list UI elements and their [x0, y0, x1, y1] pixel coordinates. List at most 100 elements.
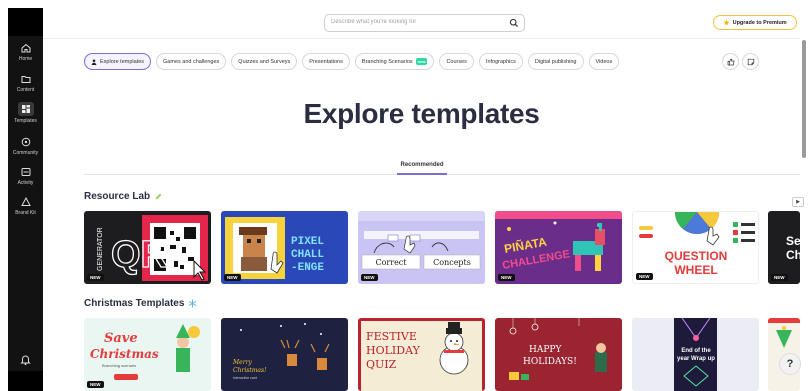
new-badge: NEW	[771, 274, 788, 281]
chip-label: Quizzes and Surveys	[238, 58, 291, 65]
thumbs-up-button[interactable]	[722, 53, 739, 70]
festive-text-3: QUIZ	[366, 358, 397, 371]
template-card-save-christmas[interactable]: Save Christmas Branching scenario NEW	[84, 318, 211, 391]
pixel-text-1: PIXEL	[291, 236, 324, 248]
wrap-text-2: year Wrap up	[677, 356, 715, 362]
sidebar-item-templates[interactable]: Templates	[8, 102, 43, 124]
template-card-happy-holidays[interactable]: HAPPY HOLIDAYS!	[495, 318, 622, 391]
question-text-1: QUESTION	[665, 249, 728, 263]
template-card-qr-generator[interactable]: QR GENERATOR NEW	[84, 211, 211, 284]
help-button[interactable]: ?	[779, 353, 801, 375]
page-title: Explore templates	[303, 98, 540, 129]
chip-quizzes-and-surveys[interactable]: Quizzes and Surveys	[231, 53, 298, 70]
pixel-text-3: -ENGE	[291, 262, 324, 274]
merry-text-2: Christmas!	[233, 367, 267, 374]
sidebar-item-content[interactable]: Content	[8, 73, 43, 93]
merry-text-1: Merry	[232, 359, 252, 366]
search-box[interactable]	[324, 14, 525, 32]
chip-label: Games and challenges	[163, 58, 220, 65]
pixel-text-2: CHALL	[291, 249, 324, 261]
template-card-pinata-challenge[interactable]: PIÑATA CHALLENGE NEW	[495, 211, 622, 284]
chip-label: Explore templates	[100, 58, 145, 65]
community-icon	[21, 137, 30, 147]
chip-games-and-challenges[interactable]: Games and challenges	[156, 53, 227, 70]
chip-label: Presentations	[309, 58, 343, 65]
template-card-pixel-challenge[interactable]: PIXEL CHALL -ENGE NEW	[221, 211, 348, 284]
card-artwork: FESTIVE HOLIDAY QUIZ	[358, 318, 485, 391]
search-input[interactable]	[331, 19, 501, 25]
upgrade-premium-label: Upgrade to Premium	[732, 19, 787, 26]
card-artwork: Correct Concepts	[358, 211, 485, 284]
chip-label: Digital publishing	[534, 58, 577, 65]
card-artwork: End of the year Wrap up	[632, 318, 759, 391]
sidebar-item-brand-kit[interactable]: Brand Kit	[8, 196, 43, 216]
activity-icon	[21, 168, 30, 176]
chip-courses[interactable]: Courses	[439, 53, 474, 70]
new-badge: NEW	[87, 381, 104, 388]
chip-digital-publishing[interactable]: Digital publishing	[527, 53, 584, 70]
templates-icon	[21, 105, 30, 113]
star-icon: ★	[723, 19, 730, 27]
wrap-text-1: End of the	[681, 348, 711, 354]
sidebar-item-label: Brand Kit	[15, 210, 36, 216]
tab-recommended[interactable]: Recommended	[397, 162, 447, 175]
card-artwork: PIÑATA CHALLENGE	[495, 211, 622, 284]
template-card-partial[interactable]: Se Ch NEW	[768, 211, 800, 284]
notification-bell-icon[interactable]	[19, 353, 32, 366]
app-window: Home Content Templates Community Activit…	[0, 0, 808, 391]
folder-icon	[21, 76, 30, 83]
new-badge: NEW	[636, 273, 653, 280]
chip-infographics[interactable]: Infographics	[478, 53, 523, 70]
sidebar-bottom-block	[8, 371, 43, 391]
sidebar-item-label: Activity	[17, 180, 34, 186]
new-badge: NEW	[361, 274, 378, 281]
template-card-year-wrap-up[interactable]: End of the year Wrap up	[632, 318, 759, 391]
new-badge: NEW	[498, 274, 515, 281]
person-icon	[91, 59, 97, 65]
section-title-text: Christmas Templates	[84, 298, 185, 309]
card-artwork: Save Christmas Branching scenario	[84, 318, 211, 391]
card-artwork: PIXEL CHALL -ENGE	[221, 211, 348, 284]
chip-explore-templates[interactable]: Explore templates	[84, 53, 152, 70]
save-text-1: Save	[104, 331, 138, 346]
chip-label: Branching Scenarios	[361, 58, 413, 65]
thumbs-up-icon	[727, 58, 734, 65]
template-card-question-wheel[interactable]: QUESTION WHEEL NEW	[632, 211, 759, 284]
sidebar-top-block	[8, 8, 43, 36]
template-card-festive-holiday-quiz[interactable]: FESTIVE HOLIDAY QUIZ	[358, 318, 485, 391]
snowflake-icon	[189, 299, 197, 308]
sidebar-item-activity[interactable]: Activity	[8, 166, 43, 186]
sidebar-item-home[interactable]: Home	[8, 42, 43, 62]
sidebar: Home Content Templates Community Activit…	[8, 8, 43, 391]
sidebar-item-label: Community	[12, 150, 39, 156]
carousel-next-button[interactable]: ▶	[792, 197, 804, 207]
sidebar-item-label: Content	[16, 87, 35, 93]
festive-text-2: HOLIDAY	[366, 344, 421, 357]
section-title-resource-lab: Resource Lab	[84, 191, 163, 202]
search-icon[interactable]	[509, 18, 519, 28]
template-card-correct-concepts[interactable]: Correct Concepts NEW	[358, 211, 485, 284]
tab-bar: Recommended	[84, 159, 800, 175]
chip-videos[interactable]: Videos	[588, 53, 620, 70]
chip-label: Infographics	[485, 58, 516, 65]
section-title-christmas: Christmas Templates	[84, 298, 197, 309]
happy-text-2: HOLIDAYS!	[523, 357, 577, 367]
merry-subtitle: Interactive card	[233, 376, 257, 380]
correct-right-text: Concepts	[433, 258, 471, 267]
chip-branching-scenarios[interactable]: Branching Scenarios new	[354, 53, 435, 70]
correct-left-text: Correct	[375, 258, 407, 267]
upgrade-premium-button[interactable]: ★ Upgrade to Premium	[713, 15, 797, 30]
sidebar-item-community[interactable]: Community	[8, 136, 43, 156]
template-card-merry-christmas[interactable]: Merry Christmas! Interactive card	[221, 318, 348, 391]
page-scrollbar[interactable]	[802, 40, 806, 158]
sidebar-item-label: Templates	[14, 118, 37, 124]
note-button[interactable]	[742, 53, 759, 70]
brand-kit-icon	[20, 196, 31, 206]
festive-text-1: FESTIVE	[366, 330, 417, 343]
chip-presentations[interactable]: Presentations	[302, 53, 350, 70]
qr-side-text: GENERATOR	[97, 227, 104, 271]
chip-label: Courses	[446, 58, 467, 65]
sidebar-item-label: Home	[18, 56, 33, 62]
home-icon	[21, 43, 30, 53]
section-title-text: Resource Lab	[84, 191, 151, 202]
